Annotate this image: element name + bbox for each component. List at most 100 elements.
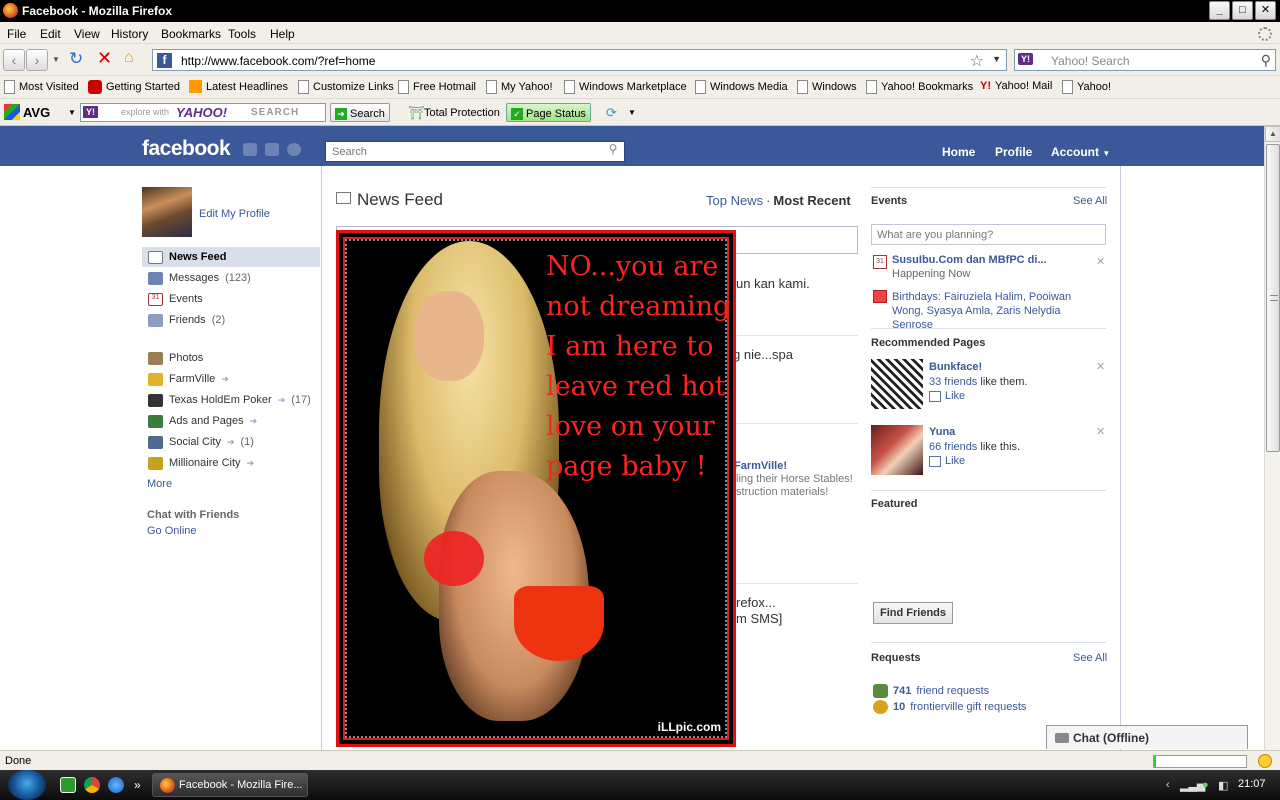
internet-explorer-icon[interactable] xyxy=(108,777,124,793)
menu-file[interactable]: File xyxy=(7,27,26,41)
edit-profile-link[interactable]: Edit My Profile xyxy=(199,208,270,220)
address-bar[interactable]: f http://www.facebook.com/?ref=home ☆ ▼ xyxy=(152,49,1007,71)
bookmark-latest-headlines[interactable]: Latest Headlines xyxy=(189,80,288,93)
yahoo-badge[interactable]: Y! xyxy=(83,106,98,118)
sidebar-item-events[interactable]: 31 Events xyxy=(142,289,320,309)
nav-profile[interactable]: Profile xyxy=(995,145,1032,159)
quicklaunch-app-icon[interactable] xyxy=(60,777,76,793)
friend-requests-icon[interactable] xyxy=(243,143,257,156)
chat-bar[interactable]: Chat (Offline) xyxy=(1046,725,1248,749)
taskbar-firefox-task[interactable]: Facebook - Mozilla Fire... xyxy=(152,773,308,797)
back-button[interactable]: ‹ xyxy=(3,49,25,71)
page-name-bunkface[interactable]: Bunkface! xyxy=(929,361,982,373)
network-icon[interactable]: ● xyxy=(1202,779,1209,791)
go-online-link[interactable]: Go Online xyxy=(147,525,197,537)
bookmark-customize-links[interactable]: Customize Links xyxy=(298,80,394,94)
total-protection-button[interactable]: Total Protection xyxy=(424,107,500,119)
sidebar-item-millionaire-city[interactable]: Millionaire City ➔ xyxy=(142,453,320,473)
bookmark-yahoo[interactable]: Yahoo! xyxy=(1062,80,1111,94)
avg-logo[interactable]: AVG xyxy=(4,104,50,120)
bookmark-my-yahoo[interactable]: My Yahoo! xyxy=(486,80,553,94)
facebook-logo[interactable]: facebook xyxy=(142,137,231,161)
toolbar-dropdown-icon[interactable]: ▼ xyxy=(628,108,636,117)
overlay-glitter-image[interactable]: NO...you are not dreaming I am here to l… xyxy=(336,230,736,747)
taskbar-chevron[interactable]: » xyxy=(134,778,141,792)
stop-icon[interactable]: ✕ xyxy=(97,48,112,69)
dismiss-icon[interactable]: ✕ xyxy=(1096,360,1105,373)
bookmark-yahoo-bookmarks[interactable]: Yahoo! Bookmarks xyxy=(866,80,973,94)
menu-history[interactable]: History xyxy=(111,27,148,41)
maximize-button[interactable]: □ xyxy=(1232,1,1253,20)
requests-see-all-link[interactable]: See All xyxy=(1073,652,1107,664)
menu-edit[interactable]: Edit xyxy=(40,27,61,41)
nav-home[interactable]: Home xyxy=(942,145,975,159)
avg-dropdown-icon[interactable]: ▼ xyxy=(68,108,76,117)
yahoo-search-box[interactable]: Y! explore with YAHOO! SEARCH xyxy=(80,103,326,122)
sidebar-item-ads-and-pages[interactable]: Ads and Pages ➔ xyxy=(142,411,320,431)
forward-button[interactable]: › xyxy=(26,49,48,71)
page-name-yuna[interactable]: Yuna xyxy=(929,426,955,438)
url-dropdown-icon[interactable]: ▼ xyxy=(992,54,1001,64)
yuna-thumbnail[interactable] xyxy=(871,425,923,475)
magnifier-icon[interactable]: ⚲ xyxy=(602,142,624,161)
sidebar-item-messages[interactable]: Messages (123) xyxy=(142,268,320,288)
history-dropdown-icon[interactable]: ▼ xyxy=(52,55,60,64)
messages-jewel-icon[interactable] xyxy=(265,143,279,156)
dismiss-icon[interactable]: ✕ xyxy=(1096,255,1105,268)
start-button[interactable] xyxy=(8,770,46,800)
event-plan-input[interactable]: What are you planning? xyxy=(871,224,1106,245)
url-text[interactable]: http://www.facebook.com/?ref=home xyxy=(181,54,375,68)
bunkface-thumbnail[interactable] xyxy=(871,359,923,409)
menu-tools[interactable]: Tools xyxy=(228,27,256,41)
gift-requests-item[interactable]: 10 frontierville gift requests xyxy=(873,700,1026,714)
dismiss-icon[interactable]: ✕ xyxy=(1096,425,1105,438)
page-status-button[interactable]: ✓ Page Status xyxy=(506,103,591,122)
find-friends-button[interactable]: Find Friends xyxy=(873,602,953,624)
bookmark-windows-marketplace[interactable]: Windows Marketplace xyxy=(564,80,687,94)
yahoo-engine-icon[interactable]: Y! xyxy=(1018,53,1033,65)
volume-icon[interactable]: ◧ xyxy=(1218,779,1228,792)
facebook-search-input[interactable]: Search ⚲ xyxy=(325,141,625,162)
sidebar-item-texas-holdem-poker[interactable]: Texas HoldEm Poker ➔ (17) xyxy=(142,390,320,410)
birthdays-text[interactable]: Birthdays: Fairuziela Halim, Pooiwan Won… xyxy=(892,290,1102,332)
tray-expand-icon[interactable]: ‹ xyxy=(1166,779,1170,791)
search-icon[interactable]: ⚲ xyxy=(1261,52,1271,69)
bookmark-getting-started[interactable]: Getting Started xyxy=(88,80,180,94)
bookmark-windows[interactable]: Windows xyxy=(797,80,857,94)
toolbar-search-button[interactable]: ➔ Search xyxy=(330,103,390,122)
nav-account[interactable]: Account ▼ xyxy=(1051,145,1110,159)
bookmark-windows-media[interactable]: Windows Media xyxy=(695,80,788,94)
tab-most-recent[interactable]: Most Recent xyxy=(773,193,850,208)
friend-requests-item[interactable]: 741 friend requests xyxy=(873,684,989,698)
sidebar-item-farmville[interactable]: FarmVille ➔ xyxy=(142,369,320,389)
feed-app-link[interactable]: FarmVille! xyxy=(734,460,787,472)
sidebar-item-friends[interactable]: Friends (2) xyxy=(142,310,320,330)
tab-top-news[interactable]: Top News xyxy=(706,193,763,208)
event-link[interactable]: SusuIbu.Com dan MBfPC di... xyxy=(892,254,1047,266)
menu-help[interactable]: Help xyxy=(270,27,295,41)
events-see-all-link[interactable]: See All xyxy=(1073,195,1107,207)
scroll-thumb[interactable] xyxy=(1266,144,1280,452)
like-button[interactable]: Like xyxy=(929,455,965,467)
like-button[interactable]: Like xyxy=(929,390,965,402)
sidebar-item-news-feed[interactable]: News Feed xyxy=(142,247,320,267)
sidebar-item-photos[interactable]: Photos xyxy=(142,348,320,368)
bookmark-most-visited[interactable]: Most Visited xyxy=(4,80,79,94)
search-bar[interactable]: Y! Yahoo! Search ⚲ xyxy=(1014,49,1276,71)
profile-avatar[interactable] xyxy=(142,187,192,237)
menu-view[interactable]: View xyxy=(74,27,100,41)
home-icon[interactable]: ⌂ xyxy=(124,49,134,67)
reload-icon[interactable]: ↻ xyxy=(69,49,83,69)
sidebar-item-social-city[interactable]: Social City ➔ (1) xyxy=(142,432,320,452)
minimize-button[interactable]: _ xyxy=(1209,1,1230,20)
smiley-icon[interactable] xyxy=(1258,754,1272,768)
vertical-scrollbar[interactable]: ▲ xyxy=(1264,126,1280,750)
sidebar-more-link[interactable]: More xyxy=(147,478,172,490)
refresh-globe-icon[interactable]: ⟳ xyxy=(606,105,617,121)
bookmark-yahoo-mail[interactable]: Y! Yahoo! Mail xyxy=(980,80,1052,92)
close-button[interactable]: ✕ xyxy=(1255,1,1276,20)
bookmark-star-icon[interactable]: ☆ xyxy=(970,51,984,71)
bookmark-free-hotmail[interactable]: Free Hotmail xyxy=(398,80,476,94)
menu-bookmarks[interactable]: Bookmarks xyxy=(161,27,221,41)
chrome-icon[interactable] xyxy=(84,777,100,793)
